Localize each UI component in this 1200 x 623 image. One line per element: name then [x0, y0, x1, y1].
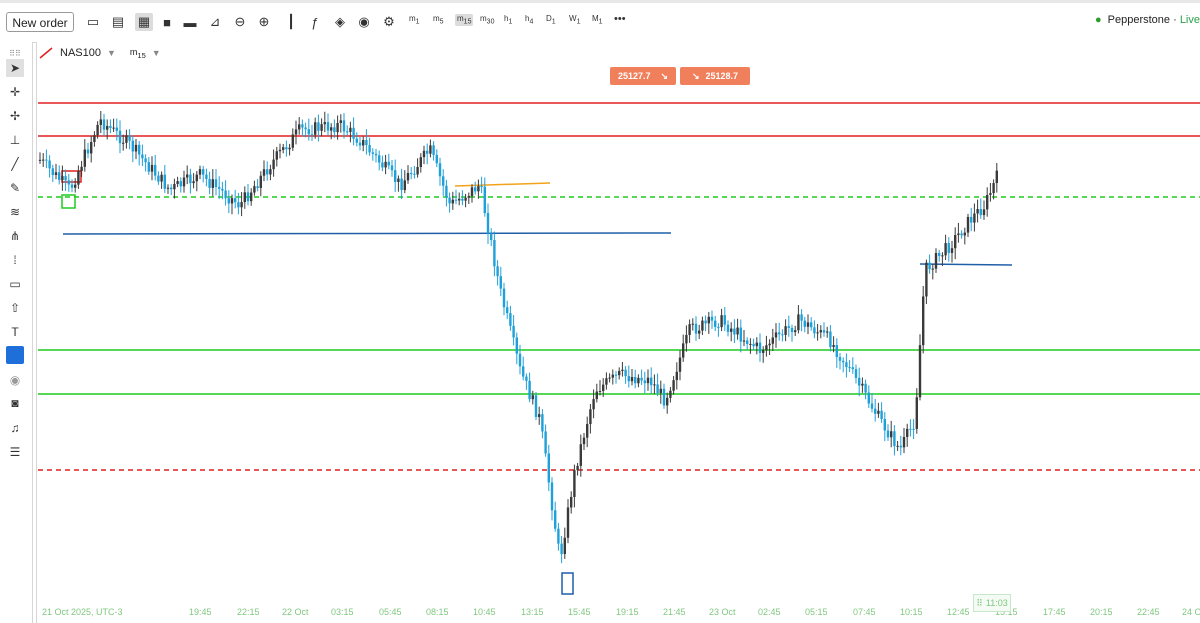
layout-icon[interactable]: ▤: [109, 13, 127, 31]
symbol-timeframe[interactable]: m15: [130, 47, 146, 60]
symbol-dropdown-icon[interactable]: ▼: [107, 48, 116, 58]
time-label: 21 Oct 2025, UTC-3: [42, 607, 123, 617]
time-label: 10:15: [900, 607, 923, 617]
dot-icon[interactable]: ◉: [6, 371, 24, 389]
time-label: 03:15: [331, 607, 354, 617]
single-layout-icon[interactable]: ■: [158, 13, 176, 31]
bell-icon[interactable]: ♫: [6, 419, 24, 437]
layers-icon[interactable]: ◈: [331, 13, 349, 31]
buy-arrow-icon: ↘: [691, 70, 700, 81]
broker-live-status: Live: [1179, 14, 1200, 26]
indicators-icon[interactable]: ƒ: [306, 13, 324, 31]
measure-icon[interactable]: ⊥: [6, 131, 24, 149]
new-order-button[interactable]: New order: [6, 12, 74, 32]
top-rule: [0, 0, 1200, 3]
time-label: 12:45: [947, 607, 970, 617]
timeframe-m5[interactable]: m5: [433, 14, 444, 26]
time-label: 22:45: [1137, 607, 1160, 617]
timeframe-m30[interactable]: m30: [480, 14, 494, 26]
symbol-header: NAS100 ▼ m15 ▼: [38, 44, 161, 62]
timeframe-m1[interactable]: m1: [409, 14, 420, 26]
sell-arrow-icon: ↘: [660, 70, 669, 81]
timeframe-m15[interactable]: m15: [455, 14, 474, 26]
time-cursor-label[interactable]: ⠿ 11:03: [973, 594, 1011, 612]
chart-type-icon[interactable]: ┃: [282, 13, 300, 31]
top-toolbar: New order ▭ ▤ ▦ ■ ▬ ⊿ ⊖ ⊕ ┃ ƒ ◈ ◉ ⚙ m1 m…: [0, 0, 1200, 43]
pitchfork-icon[interactable]: ⋔: [6, 227, 24, 245]
grid-tool-icon[interactable]: ⁞: [6, 251, 24, 269]
pointer-icon[interactable]: ➤: [6, 59, 24, 77]
color-swatch[interactable]: [6, 346, 24, 364]
list-add-icon[interactable]: ☰: [6, 443, 24, 461]
pen-icon[interactable]: ✎: [6, 179, 24, 197]
zoom-in-icon[interactable]: ⊕: [255, 13, 273, 31]
broker-status[interactable]: ● Pepperstone · Live: [1095, 14, 1200, 26]
camera-icon[interactable]: ◙: [6, 394, 24, 412]
cross-cursor-icon[interactable]: ✢: [6, 107, 24, 125]
text-icon[interactable]: T: [6, 323, 24, 341]
grid-layout-icon[interactable]: ▦: [135, 13, 153, 31]
time-label: 22:15: [237, 607, 260, 617]
time-label: 21:45: [663, 607, 686, 617]
timeframe-dropdown-icon[interactable]: ▼: [152, 48, 161, 58]
time-label: 02:45: [758, 607, 781, 617]
time-label: 19:45: [189, 607, 212, 617]
trendline-icon[interactable]: ╱: [6, 155, 24, 173]
time-label: 24 O: [1182, 607, 1200, 617]
time-label: 23 Oct: [709, 607, 736, 617]
time-label: 05:45: [379, 607, 402, 617]
split-layout-icon[interactable]: ▬: [181, 13, 199, 31]
time-label: 22 Oct: [282, 607, 309, 617]
timeframe-d1[interactable]: D1: [546, 14, 556, 26]
buy-price-button[interactable]: ↘ 25128.7: [680, 67, 750, 85]
time-label: 07:45: [853, 607, 876, 617]
time-label: 17:45: [1043, 607, 1066, 617]
timeframe-w1[interactable]: W1: [569, 14, 580, 26]
symbol-name[interactable]: NAS100: [60, 47, 101, 59]
status-dot-icon: ●: [1094, 14, 1102, 26]
sell-price-button[interactable]: 25127.7 ↘: [610, 67, 676, 85]
time-label: 10:45: [473, 607, 496, 617]
time-label: 08:15: [426, 607, 449, 617]
rectangle-icon[interactable]: ▭: [6, 275, 24, 293]
time-label: 05:15: [805, 607, 828, 617]
drawing-toolbar: ⠿⠿ ➤ ✛ ✢ ⊥ ╱ ✎ ≋ ⋔ ⁞ ▭ ⇧ T ◉ ◙ ♫ ☰: [0, 42, 33, 623]
timeframe-mn1[interactable]: M1: [592, 14, 603, 26]
settings-icon[interactable]: ⚙: [380, 13, 398, 31]
zoom-out-icon[interactable]: ⊖: [231, 13, 249, 31]
arrow-up-icon[interactable]: ⇧: [6, 299, 24, 317]
time-label: 19:15: [616, 607, 639, 617]
monitor-icon[interactable]: ▭: [84, 13, 102, 31]
chart-add-icon[interactable]: ⊿: [206, 13, 224, 31]
fib-icon[interactable]: ≋: [6, 203, 24, 221]
chart-style-icon[interactable]: [38, 46, 54, 60]
more-button[interactable]: •••: [614, 13, 626, 25]
eye-icon[interactable]: ◉: [355, 13, 373, 31]
time-label: 15:45: [568, 607, 591, 617]
time-label: 13:15: [521, 607, 544, 617]
time-label: 20:15: [1090, 607, 1113, 617]
timeframe-h1[interactable]: h1: [504, 14, 512, 26]
chart-panel[interactable]: [36, 42, 1200, 623]
crosshair-icon[interactable]: ✛: [6, 83, 24, 101]
timeframe-h4[interactable]: h4: [525, 14, 533, 26]
broker-name: Pepperstone: [1107, 14, 1171, 26]
